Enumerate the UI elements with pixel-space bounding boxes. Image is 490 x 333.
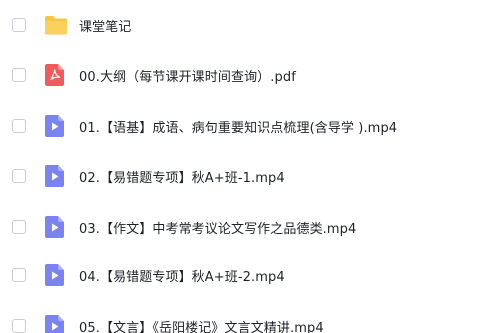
row-checkbox[interactable] [12, 319, 26, 333]
video-icon [44, 315, 66, 333]
video-icon [44, 165, 66, 187]
video-icon [44, 115, 66, 137]
video-icon [44, 216, 66, 238]
row-checkbox[interactable] [12, 68, 26, 82]
file-row-video[interactable]: 02.【易错题专项】秋A+班-1.mp4 [0, 156, 490, 196]
file-name[interactable]: 课堂笔记 [79, 16, 131, 35]
file-name[interactable]: 01.【语基】成语、病句重要知识点梳理(含导学 ).mp4 [79, 117, 397, 136]
file-name[interactable]: 05.【文言】《岳阳楼记》文言文精讲.mp4 [79, 317, 324, 333]
file-name[interactable]: 02.【易错题专项】秋A+班-1.mp4 [79, 167, 285, 186]
file-row-video[interactable]: 04.【易错题专项】秋A+班-2.mp4 [0, 255, 490, 295]
file-row-video[interactable]: 03.【作文】中考常考议论文写作之品德类.mp4 [0, 207, 490, 247]
file-name[interactable]: 00.大纲（每节课开课时间查询）.pdf [79, 66, 296, 85]
row-checkbox[interactable] [12, 268, 26, 282]
file-row-pdf[interactable]: 00.大纲（每节课开课时间查询）.pdf [0, 55, 490, 95]
file-name[interactable]: 04.【易错题专项】秋A+班-2.mp4 [79, 266, 285, 285]
row-checkbox[interactable] [12, 220, 26, 234]
row-checkbox[interactable] [12, 119, 26, 133]
video-icon [44, 264, 66, 286]
file-list: 课堂笔记 00.大纲（每节课开课时间查询）.pdf 01.【语基】成语、病句重要… [0, 0, 490, 333]
file-row-video[interactable]: 05.【文言】《岳阳楼记》文言文精讲.mp4 [0, 306, 490, 333]
file-row-video[interactable]: 01.【语基】成语、病句重要知识点梳理(含导学 ).mp4 [0, 106, 490, 146]
file-name[interactable]: 03.【作文】中考常考议论文写作之品德类.mp4 [79, 218, 356, 237]
row-checkbox[interactable] [12, 169, 26, 183]
folder-icon [44, 14, 67, 36]
pdf-icon [44, 64, 66, 86]
file-row-folder[interactable]: 课堂笔记 [0, 5, 490, 45]
row-checkbox[interactable] [12, 18, 26, 32]
